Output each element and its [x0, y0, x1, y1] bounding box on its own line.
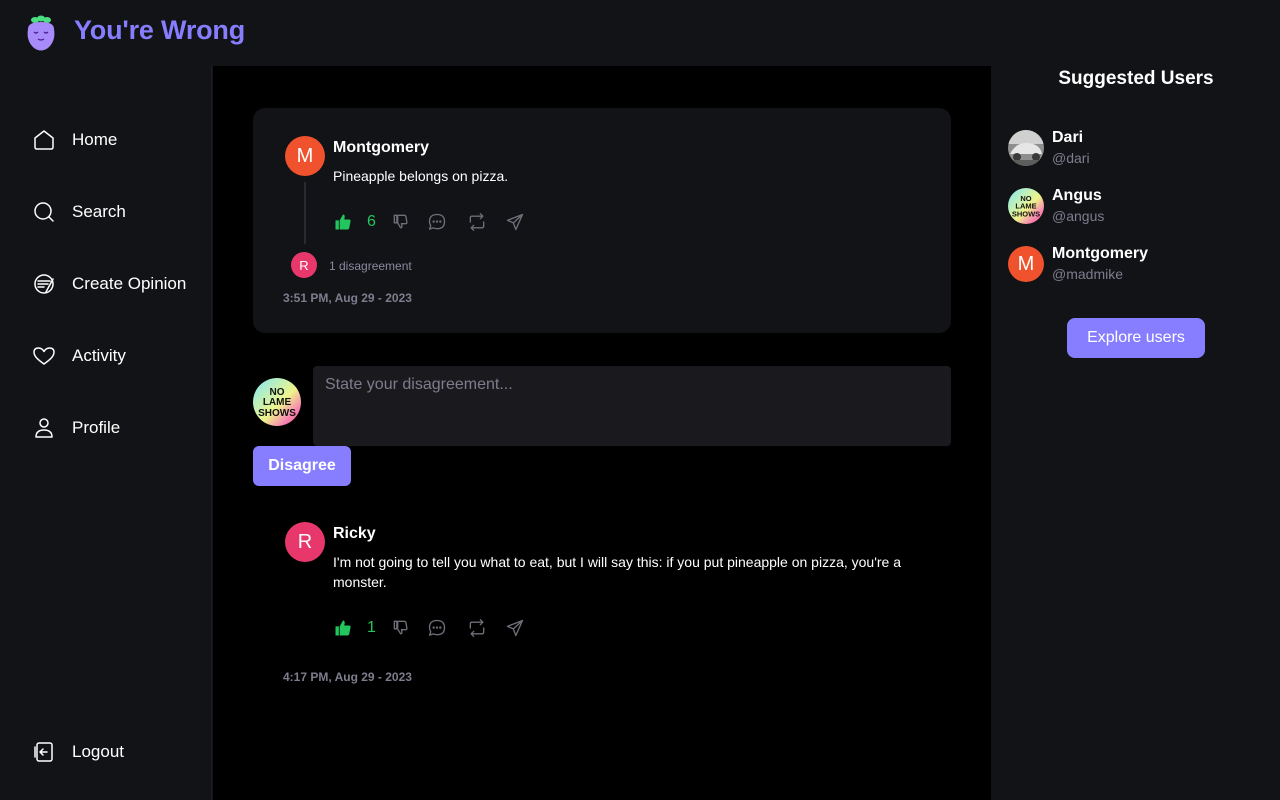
repost-button[interactable]	[467, 618, 487, 638]
sidebar-item-home[interactable]: Home	[32, 127, 117, 153]
user-handle: @angus	[1052, 208, 1105, 224]
suggested-user[interactable]: M Montgomery @madmike	[1008, 244, 1148, 284]
thumbs-up-icon	[335, 214, 351, 230]
home-icon	[34, 130, 54, 150]
send-icon	[506, 213, 524, 231]
repost-button[interactable]	[467, 212, 487, 232]
logout-button[interactable]: Logout	[32, 739, 124, 765]
comment-icon	[428, 213, 446, 230]
top-bar: You're Wrong	[0, 0, 1280, 66]
author-avatar[interactable]: M	[285, 136, 325, 176]
sidebar-item-label: Activity	[72, 346, 126, 365]
dislike-button[interactable]	[391, 618, 411, 638]
reply-text: I'm not going to tell you what to eat, b…	[333, 554, 902, 590]
sidebar-item-label: Profile	[72, 418, 121, 437]
suggested-users-title: Suggested Users	[1058, 68, 1214, 89]
share-button[interactable]	[505, 618, 525, 638]
disagreement-avatar[interactable]: R	[291, 252, 317, 278]
user-handle: @dari	[1052, 150, 1090, 166]
logout-label: Logout	[72, 742, 124, 761]
heart-icon	[33, 347, 55, 365]
current-user-avatar[interactable]: NO LAME SHOWS	[253, 378, 301, 426]
sidebar-item-create-opinion[interactable]: Create Opinion	[32, 271, 186, 297]
repost-icon	[469, 619, 485, 637]
photo-avatar-icon	[1008, 130, 1044, 166]
reply-timestamp: 4:17 PM, Aug 29 - 2023	[283, 670, 412, 684]
app-title: You're Wrong	[74, 15, 246, 45]
like-button[interactable]	[333, 618, 353, 638]
opinion-card: M Montgomery Pineapple belongs on pizza.…	[253, 108, 951, 333]
repost-icon	[469, 213, 485, 231]
disagreement-count[interactable]: 1 disagreement	[329, 259, 412, 273]
reply-author-name[interactable]: Ricky	[333, 525, 376, 543]
sidebar-item-label: Home	[72, 130, 118, 149]
logout-icon	[34, 742, 53, 762]
logo-icon[interactable]	[24, 15, 58, 51]
action-bar: 6	[333, 211, 525, 233]
suggested-user[interactable]: NO LAME SHOWS Angus @angus	[1008, 186, 1104, 226]
comment-button[interactable]	[427, 212, 447, 232]
user-name: Montgomery	[1052, 245, 1148, 262]
avatar-initial: M	[1017, 252, 1035, 275]
disagreement-input[interactable]	[313, 366, 951, 446]
sidebar-item-label: Create Opinion	[72, 274, 187, 293]
user-avatar: M	[1008, 246, 1044, 282]
logo-line-3: SHOWS	[258, 408, 296, 419]
like-count: 1	[367, 619, 376, 636]
comment-icon	[428, 619, 446, 636]
sidebar-item-search[interactable]: Search	[32, 199, 126, 225]
share-button[interactable]	[505, 212, 525, 232]
like-count: 6	[367, 213, 376, 230]
send-icon	[506, 619, 524, 637]
reply-action-bar: 1	[333, 617, 525, 639]
user-name: Angus	[1052, 187, 1102, 204]
user-avatar	[1008, 130, 1044, 166]
opinion-text: Pineapple belongs on pizza.	[333, 168, 509, 184]
like-button[interactable]	[333, 212, 353, 232]
comment-button[interactable]	[427, 618, 447, 638]
search-icon	[34, 202, 54, 222]
left-sidebar: Home Search Create Opinion Activity Prof…	[0, 66, 212, 800]
sidebar-item-profile[interactable]: Profile	[32, 415, 120, 441]
opinion-timestamp: 3:51 PM, Aug 29 - 2023	[283, 291, 412, 305]
dislike-button[interactable]	[391, 212, 411, 232]
thumbs-down-icon	[393, 620, 408, 635]
explore-users-button[interactable]: Explore users	[1067, 318, 1205, 358]
avatar-initial: M	[296, 144, 314, 167]
no-lame-shows-logo: NO LAME SHOWS	[1008, 188, 1044, 224]
sidebar-item-label: Search	[72, 202, 126, 221]
logo-line-3: SHOWS	[1012, 210, 1040, 219]
create-opinion-icon	[34, 274, 54, 294]
user-info: Angus @angus	[1052, 186, 1104, 226]
reply-author-avatar[interactable]: R	[285, 522, 325, 562]
user-avatar: NO LAME SHOWS	[1008, 188, 1044, 224]
avatar-initial: R	[299, 257, 309, 273]
sidebar-item-activity[interactable]: Activity	[32, 343, 126, 369]
thread-line	[304, 182, 306, 244]
author-name[interactable]: Montgomery	[333, 139, 429, 157]
main-feed: M Montgomery Pineapple belongs on pizza.…	[213, 66, 991, 800]
thumbs-up-icon	[335, 620, 351, 636]
user-info: Dari @dari	[1052, 128, 1090, 168]
thumbs-down-icon	[393, 214, 408, 229]
suggested-user[interactable]: Dari @dari	[1008, 128, 1090, 168]
logo-line-2: LAME	[263, 397, 292, 408]
user-info: Montgomery @madmike	[1052, 244, 1148, 284]
no-lame-shows-logo: NO LAME SHOWS	[253, 378, 301, 426]
user-handle: @madmike	[1052, 266, 1124, 282]
disagree-button[interactable]: Disagree	[253, 446, 351, 486]
avatar-initial: R	[297, 530, 313, 553]
user-icon	[35, 418, 53, 438]
user-name: Dari	[1052, 129, 1084, 146]
right-sidebar: Suggested Users Dari @dari NO LAME SHOWS…	[992, 66, 1280, 800]
